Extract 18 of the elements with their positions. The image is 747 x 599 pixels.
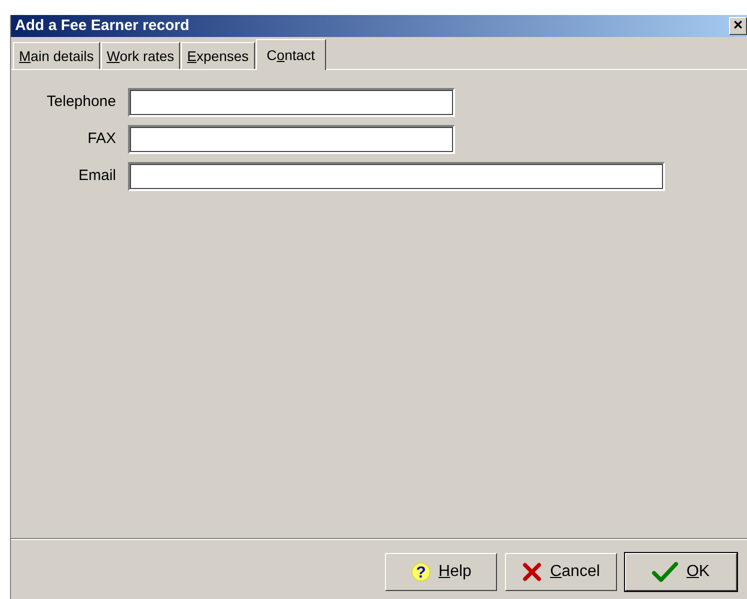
field-label: Email (77, 166, 117, 186)
field-label: Telephone (46, 92, 117, 112)
close-button[interactable]: × (729, 17, 747, 35)
tab[interactable]: Work rates (100, 42, 180, 69)
input-field[interactable] (128, 88, 455, 117)
input-field[interactable] (128, 162, 665, 191)
checkmark-icon (652, 561, 678, 583)
tab[interactable]: Expenses (181, 42, 255, 69)
field-label: FAX (86, 129, 117, 150)
cross-icon (522, 562, 542, 582)
tab[interactable]: Main details (13, 42, 100, 69)
input-field[interactable] (128, 125, 455, 154)
question-icon: ? (410, 562, 431, 582)
cancel-button[interactable]: Cancel (505, 553, 617, 591)
tab[interactable]: Contact (256, 39, 326, 70)
window-title: Add a Fee Earner record (15, 16, 190, 36)
help-button[interactable]: ? Help (385, 553, 497, 591)
ok-button[interactable]: OK (625, 553, 737, 591)
